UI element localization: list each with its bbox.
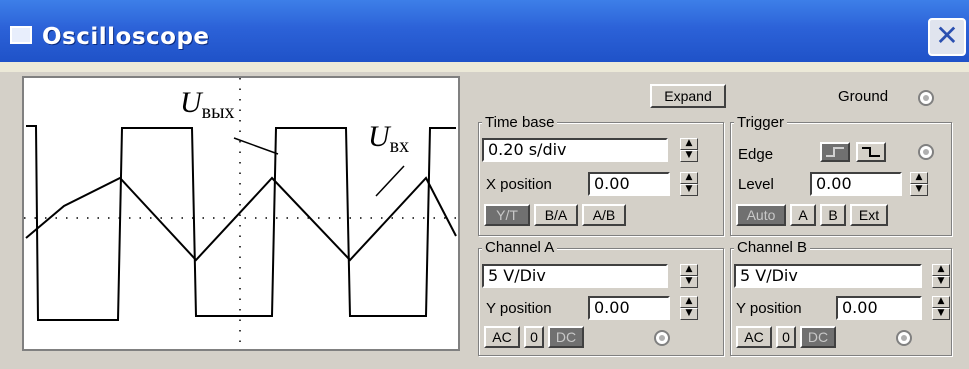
oscilloscope-window: Oscilloscope ✕ Uвых Uвх Expand Ground Ti… (0, 0, 969, 369)
channel-b-y-position-field[interactable]: 0.00 (836, 296, 922, 320)
channel-b-y-position-label: Y position (736, 300, 802, 317)
input-voltage-label: Uвх (368, 120, 410, 157)
mode-yt-button[interactable]: Y/T (484, 204, 530, 226)
trigger-radio[interactable] (918, 144, 934, 160)
mode-ba-button[interactable]: B/A (534, 204, 578, 226)
spin-arrows-icon[interactable]: ▲ ▼ (680, 264, 698, 288)
window-icon (10, 26, 32, 44)
input-waveform (25, 176, 457, 262)
level-field[interactable]: 0.00 (810, 172, 902, 196)
channel-b-title: Channel B (734, 239, 811, 256)
channel-b-ac-button[interactable]: AC (736, 326, 772, 348)
trigger-title: Trigger (734, 114, 787, 131)
trigger-a-button[interactable]: A (790, 204, 816, 226)
spin-arrows-icon[interactable]: ▲ ▼ (932, 264, 950, 288)
rising-edge-icon[interactable] (820, 142, 850, 162)
spin-arrows-icon[interactable]: ▲ ▼ (680, 138, 698, 162)
window-title: Oscilloscope (42, 24, 210, 50)
channel-b-dc-button[interactable]: DC (800, 326, 836, 348)
trigger-auto-button[interactable]: Auto (736, 204, 786, 226)
waveform-plot (24, 78, 458, 349)
close-icon[interactable]: ✕ (928, 18, 966, 56)
spin-arrows-icon[interactable]: ▲ ▼ (932, 296, 950, 320)
channel-a-zero-button[interactable]: 0 (524, 326, 544, 348)
channel-b-scale-field[interactable]: 5 V/Div (734, 264, 922, 288)
channel-a-scale-field[interactable]: 5 V/Div (482, 264, 668, 288)
title-bar: Oscilloscope ✕ (0, 0, 969, 62)
channel-a-y-position-label: Y position (486, 300, 552, 317)
x-position-label: X position (486, 176, 552, 193)
expand-button[interactable]: Expand (650, 84, 726, 108)
channel-b-radio[interactable] (896, 330, 912, 346)
trigger-b-button[interactable]: B (820, 204, 846, 226)
channel-a-title: Channel A (482, 239, 558, 256)
spin-arrows-icon[interactable]: ▲ ▼ (680, 296, 698, 320)
ground-radio[interactable] (918, 90, 934, 106)
window-frame (0, 62, 969, 72)
spin-arrows-icon[interactable]: ▲ ▼ (910, 172, 928, 196)
level-label: Level (738, 176, 774, 193)
rising-edge-glyph (826, 147, 844, 157)
time-base-field[interactable]: 0.20 s/div (482, 138, 668, 162)
trigger-ext-button[interactable]: Ext (850, 204, 888, 226)
falling-edge-icon[interactable] (856, 142, 886, 162)
channel-b-zero-button[interactable]: 0 (776, 326, 796, 348)
channel-a-ac-button[interactable]: AC (484, 326, 520, 348)
input-label-leader (375, 165, 405, 197)
output-voltage-label: Uвых (180, 86, 235, 123)
edge-label: Edge (738, 146, 774, 163)
falling-edge-glyph (862, 147, 880, 157)
oscilloscope-screen: Uвых Uвх (22, 76, 460, 351)
channel-a-y-position-field[interactable]: 0.00 (588, 296, 670, 320)
mode-ab-button[interactable]: A/B (582, 204, 626, 226)
control-panel: Expand Ground Time base 0.20 s/div ▲ ▼ X … (472, 76, 956, 359)
channel-a-radio[interactable] (654, 330, 670, 346)
spin-arrows-icon[interactable]: ▲ ▼ (680, 172, 698, 196)
ground-label: Ground (838, 88, 889, 105)
channel-a-dc-button[interactable]: DC (548, 326, 584, 348)
x-position-field[interactable]: 0.00 (588, 172, 670, 196)
time-base-title: Time base (482, 114, 558, 131)
